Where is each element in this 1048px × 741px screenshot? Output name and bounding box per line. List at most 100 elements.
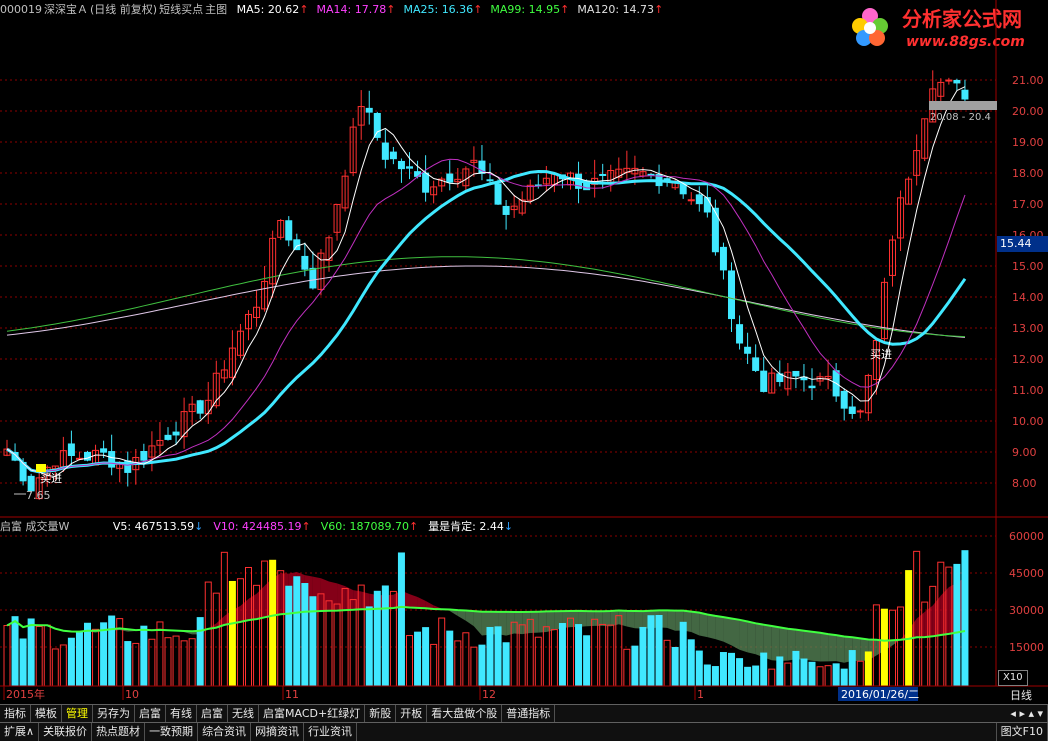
volume-scale-button[interactable]: X10 — [998, 670, 1028, 686]
volume-bar — [687, 639, 695, 687]
volume-area — [691, 611, 700, 636]
volume-bar — [583, 635, 591, 687]
volume-bar — [558, 623, 566, 687]
toolbar-button[interactable]: 模板 — [31, 705, 62, 722]
toolbar-button[interactable]: 启富 — [197, 705, 228, 722]
volume-bar — [140, 625, 148, 687]
volume-area — [715, 615, 724, 642]
volume-bar — [35, 625, 43, 687]
toolbar-button[interactable]: 另存为 — [93, 705, 135, 722]
volume-bar — [228, 580, 236, 687]
volume-area — [586, 611, 595, 627]
volume-area — [320, 578, 329, 611]
volume-tick-label: 15000 — [1009, 641, 1044, 654]
volume-bar — [744, 666, 752, 687]
candle-body — [140, 450, 148, 461]
price-tick-label: 11.00 — [1012, 384, 1044, 397]
info-toolbar: 扩展∧ 关联报价 热点题材 一致预期 综合资讯 网摘资讯 行业资讯 图文F10 — [0, 722, 1048, 741]
time-label: 12 — [482, 688, 496, 701]
up-arrow-icon: ↑ — [408, 520, 419, 533]
volume-bar — [736, 658, 744, 687]
volume-bar — [647, 615, 655, 687]
scroll-arrows-icon[interactable]: ◂ ▸ ▴ ▾ — [1006, 705, 1048, 722]
volume-bar — [3, 625, 11, 687]
toolbar-button[interactable]: 管理 — [62, 705, 93, 722]
volume-values: V5: 467513.59↓ V10: 424485.19↑ V60: 187089… — [113, 520, 523, 533]
volume-bar — [470, 646, 478, 687]
toolbar-button[interactable]: 普通指标 — [502, 705, 556, 722]
volume-bar — [51, 648, 59, 687]
volume-item: V5: 467513.59 — [112, 520, 195, 533]
f10-button[interactable]: 图文F10 — [995, 723, 1048, 741]
volume-tick-label: 30000 — [1009, 604, 1044, 617]
time-label: 2015年 — [6, 687, 45, 701]
toolbar-button[interactable]: 新股 — [365, 705, 397, 722]
volume-bar — [204, 581, 212, 687]
volume-bar — [333, 603, 341, 687]
candle-body — [365, 107, 373, 113]
price-tick-label: 12.00 — [1012, 353, 1044, 366]
volume-area — [546, 611, 555, 632]
volume-bar — [92, 628, 100, 687]
volume-header: 启富 成交量W V5: 467513.59↓ V10: 424485.19↑ V60… — [0, 519, 990, 535]
volume-area — [707, 614, 716, 640]
price-tick-label: 20.00 — [1012, 105, 1044, 118]
info-tab[interactable]: 一致预期 — [145, 723, 199, 741]
price-tick-label: 18.00 — [1012, 167, 1044, 180]
volume-area — [538, 611, 547, 633]
range-bar — [929, 101, 997, 110]
volume-bar — [180, 640, 188, 687]
info-tab[interactable]: 热点题材 — [92, 723, 146, 741]
volume-bar — [905, 570, 913, 687]
candle-body — [856, 410, 864, 413]
volume-area — [626, 610, 635, 629]
cursor-date-label: 2016/01/26/二 — [841, 688, 919, 701]
toolbar-button[interactable]: 有线 — [166, 705, 197, 722]
toolbar-button[interactable]: 指标 — [0, 705, 31, 722]
candle-body — [381, 142, 389, 160]
volume-bar — [124, 641, 132, 687]
volume-bar — [832, 663, 840, 687]
volume-bar — [43, 624, 51, 687]
volume-bar — [67, 637, 75, 687]
price-chart[interactable]: 21.0020.0019.0018.0017.0016.0015.0014.00… — [0, 0, 1048, 741]
volume-bar — [156, 621, 164, 687]
info-tab[interactable]: 综合资讯 — [198, 723, 252, 741]
info-tab[interactable]: 行业资讯 — [304, 723, 358, 741]
volume-item: V10: 424485.19 — [213, 520, 302, 533]
candle-body — [719, 246, 727, 271]
ma14-line — [6, 158, 966, 473]
volume-bar — [75, 631, 83, 687]
volume-area — [779, 627, 788, 661]
candle-body — [953, 79, 961, 84]
candle-body — [752, 357, 760, 371]
candle-body — [760, 370, 768, 392]
volume-area — [473, 611, 482, 636]
info-tab[interactable]: 网摘资讯 — [251, 723, 305, 741]
range-label: 20.08 - 20.4 — [930, 112, 991, 123]
volume-tick-label: 60000 — [1009, 530, 1044, 543]
volume-bar — [728, 652, 735, 687]
volume-bar — [848, 650, 856, 687]
info-tab[interactable]: 扩展∧ — [0, 723, 40, 741]
toolbar-button[interactable]: 启富 — [135, 705, 166, 722]
volume-bar — [953, 563, 961, 687]
volume-area — [522, 611, 531, 635]
period-label: 日线 — [1010, 688, 1032, 702]
volume-bar — [776, 656, 784, 687]
volume-bar — [760, 652, 768, 687]
current-price-tag: 15.44 — [997, 236, 1048, 252]
info-tab[interactable]: 关联报价 — [39, 723, 93, 741]
volume-bar — [27, 618, 35, 687]
toolbar-button[interactable]: 无线 — [228, 705, 259, 722]
volume-bar — [591, 618, 599, 687]
buy-label: 买进 — [40, 472, 62, 485]
toolbar-button[interactable]: 开板 — [396, 705, 428, 722]
toolbar-button[interactable]: 启富MACD+红绿灯 — [259, 705, 366, 722]
toolbar-button[interactable]: 看大盘做个股 — [427, 705, 503, 722]
volume-bar — [800, 658, 808, 687]
candle-body — [744, 346, 752, 354]
volume-bar — [188, 638, 196, 687]
volume-bar — [502, 642, 510, 687]
candle-body — [599, 173, 607, 176]
